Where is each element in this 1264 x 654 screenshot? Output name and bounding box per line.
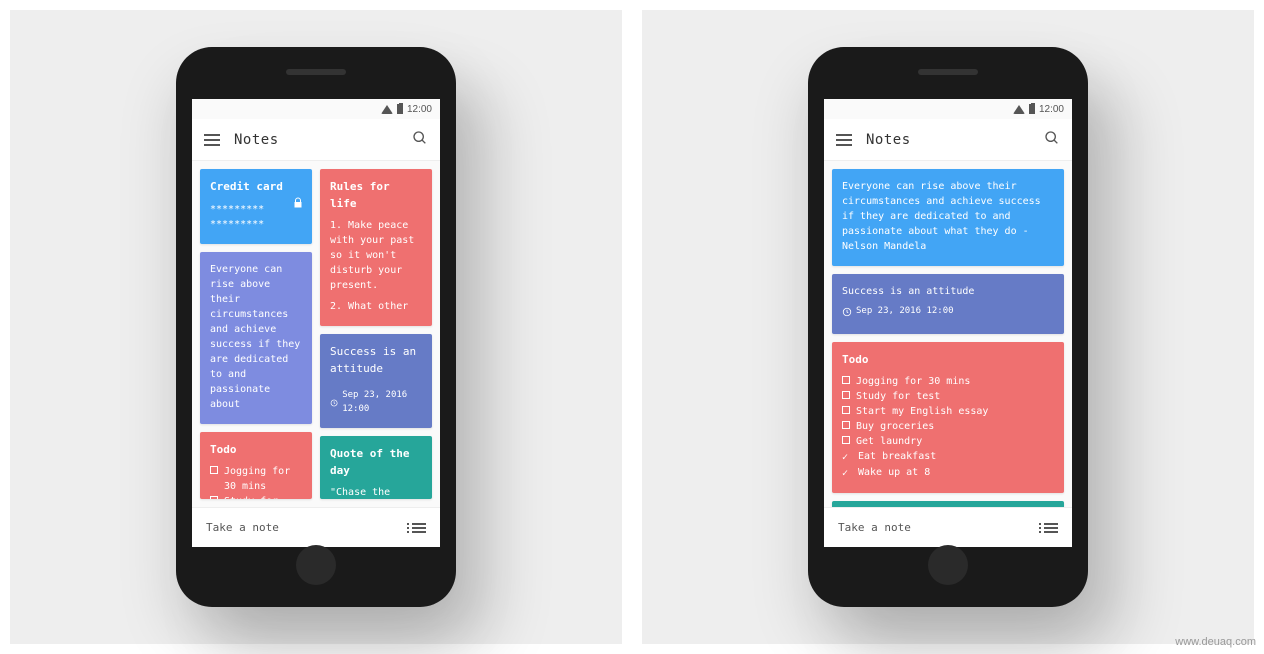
list-view-icon[interactable] xyxy=(1044,523,1058,533)
menu-icon[interactable] xyxy=(836,134,852,146)
note-quote-of-day[interactable]: Quote of the day "Chase the vision, not … xyxy=(320,436,432,499)
search-icon[interactable] xyxy=(1044,130,1060,150)
note-title: Quote of the day xyxy=(330,446,422,479)
clock-icon-label: Sep 23, 2016 12:00 xyxy=(342,389,422,416)
take-note-button[interactable]: Take a note xyxy=(838,521,911,534)
note-title: Todo xyxy=(210,442,302,459)
take-note-button[interactable]: Take a note xyxy=(206,521,279,534)
todo-item[interactable]: Jogging for 30 mins xyxy=(842,374,1054,389)
app-title: Notes xyxy=(866,132,911,148)
todo-item[interactable]: Jogging for 30 mins xyxy=(210,464,302,494)
check-icon: ✓ xyxy=(842,450,852,465)
notes-grid[interactable]: Credit card ********* ********* Everyone… xyxy=(192,161,440,507)
note-body: Everyone can rise above their circumstan… xyxy=(842,179,1054,254)
note-success[interactable]: Success is an attitude Sep 23, 2016 12:0… xyxy=(320,334,432,428)
todo-item[interactable]: Start my English essay xyxy=(842,404,1054,419)
note-todo[interactable]: Todo Jogging for 30 mins Study for test … xyxy=(832,342,1064,494)
note-title: Success is an attitude xyxy=(330,344,422,377)
note-rules[interactable]: Rules for life 1. Make peace with your p… xyxy=(320,169,432,326)
todo-item[interactable]: Study for test xyxy=(842,389,1054,404)
phone-frame: 12:00 Notes Everyone can rise above thei… xyxy=(808,47,1088,607)
wifi-icon xyxy=(381,105,393,114)
note-line: ********* xyxy=(210,202,302,217)
battery-icon xyxy=(1029,104,1035,114)
reminder-time: Sep 23, 2016 12:00 xyxy=(842,305,954,319)
screenshot-left: 12:00 Notes Credit card xyxy=(10,10,622,644)
note-body: "Chase the vision, not the money; the mo… xyxy=(330,485,422,499)
status-bar: 12:00 xyxy=(824,99,1072,119)
watermark: www.deuaq.com xyxy=(1175,636,1256,648)
note-body: 1. Make peace with your past so it won't… xyxy=(330,218,422,293)
todo-item[interactable]: Study for test xyxy=(210,494,302,499)
note-line: ********* xyxy=(210,217,302,232)
check-icon: ✓ xyxy=(842,466,852,481)
note-title: Rules for life xyxy=(330,179,422,212)
status-clock: 12:00 xyxy=(407,104,432,115)
reminder-time: Sep 23, 2016 12:00 xyxy=(330,389,422,416)
status-clock: 12:00 xyxy=(1039,104,1064,115)
note-quote-of-day[interactable]: Quote of the day "Chase the vision, not … xyxy=(832,501,1064,507)
todo-item[interactable]: ✓Eat breakfast xyxy=(842,449,1054,465)
list-view-icon[interactable] xyxy=(412,523,426,533)
app-bar: Notes xyxy=(824,119,1072,161)
note-title: Credit card xyxy=(210,179,302,196)
note-mandela[interactable]: Everyone can rise above their circumstan… xyxy=(832,169,1064,266)
todo-item[interactable]: ✓Wake up at 8 xyxy=(842,465,1054,481)
search-icon[interactable] xyxy=(412,130,428,150)
note-body: 2. What other xyxy=(330,299,422,314)
note-todo[interactable]: Todo Jogging for 30 mins Study for test … xyxy=(200,432,312,500)
phone-screen: 12:00 Notes Everyone can rise above thei… xyxy=(824,99,1072,547)
notes-list[interactable]: Everyone can rise above their circumstan… xyxy=(824,161,1072,507)
note-title: Success is an attitude xyxy=(842,284,1054,299)
app-bar: Notes xyxy=(192,119,440,161)
bottom-bar: Take a note xyxy=(824,507,1072,547)
note-success[interactable]: Success is an attitude Sep 23, 2016 12:0… xyxy=(832,274,1064,334)
menu-icon[interactable] xyxy=(204,134,220,146)
note-title: Todo xyxy=(842,352,1054,369)
lock-icon xyxy=(292,197,304,214)
todo-item[interactable]: Get laundry xyxy=(842,434,1054,449)
status-bar: 12:00 xyxy=(192,99,440,119)
todo-item[interactable]: Buy groceries xyxy=(842,419,1054,434)
wifi-icon xyxy=(1013,105,1025,114)
note-body: Everyone can rise above their circumstan… xyxy=(210,262,302,412)
bottom-bar: Take a note xyxy=(192,507,440,547)
phone-screen: 12:00 Notes Credit card xyxy=(192,99,440,547)
screenshot-right: 12:00 Notes Everyone can rise above thei… xyxy=(642,10,1254,644)
note-credit-card[interactable]: Credit card ********* ********* xyxy=(200,169,312,244)
app-title: Notes xyxy=(234,132,279,148)
phone-frame: 12:00 Notes Credit card xyxy=(176,47,456,607)
clock-icon-label: Sep 23, 2016 12:00 xyxy=(856,305,954,319)
battery-icon xyxy=(397,104,403,114)
note-quote[interactable]: Everyone can rise above their circumstan… xyxy=(200,252,312,424)
